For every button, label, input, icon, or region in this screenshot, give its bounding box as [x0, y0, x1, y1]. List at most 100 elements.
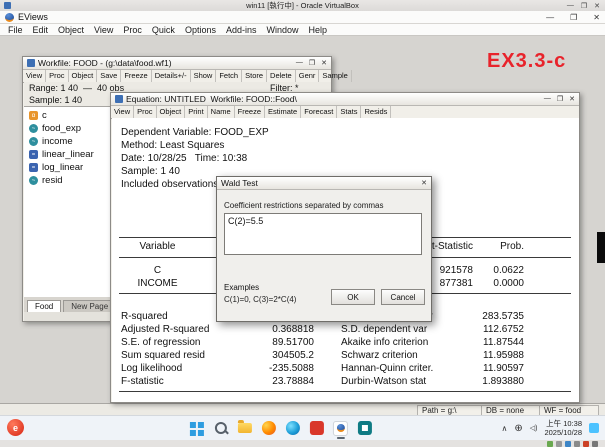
toolbar-button[interactable]: View	[23, 70, 46, 82]
toolbar-button[interactable]: View	[111, 106, 134, 118]
start-button[interactable]	[188, 420, 204, 436]
toolbar-button[interactable]: Object	[157, 106, 186, 118]
eviews-taskbar-button[interactable]	[332, 420, 348, 436]
red-app-icon	[309, 421, 323, 435]
edge-icon	[285, 421, 299, 435]
eviews-minimize-button[interactable]: —	[546, 13, 554, 22]
search-button[interactable]	[212, 420, 228, 436]
vbox-minimize-button[interactable]: —	[567, 2, 574, 9]
workfile-object-resid[interactable]: ~ resid	[29, 175, 63, 186]
equation-minimize-button[interactable]: —	[544, 95, 551, 103]
toolbar-button[interactable]: Details+/-	[152, 70, 191, 82]
stat-value: 304505.2	[222, 350, 314, 361]
taskbar-left-app-icon[interactable]: e	[7, 419, 24, 436]
equation-close-button[interactable]: ✕	[569, 95, 575, 103]
eviews-maximize-button[interactable]: ❐	[570, 13, 577, 22]
workfile-title: Workfile: FOOD - (g:\data\food.wf1)	[38, 58, 172, 68]
toolbar-button[interactable]: Forecast	[301, 106, 337, 118]
cancel-button[interactable]: Cancel	[381, 289, 425, 305]
toolbar-button[interactable]: Freeze	[121, 70, 151, 82]
toolbar-button[interactable]: Stats	[337, 106, 361, 118]
stat-value: 11.87544	[434, 337, 524, 348]
vbox-close-button[interactable]: ✕	[594, 2, 600, 10]
menu-item-view[interactable]: View	[89, 25, 118, 35]
menu-item-quick[interactable]: Quick	[147, 25, 180, 35]
system-tray: ∧ ⊕ ◁) 上午 10:38 2025/10/28	[501, 416, 599, 440]
toolbar-button[interactable]: Genr	[296, 70, 320, 82]
network-icon[interactable]: ⊕	[514, 423, 522, 434]
toolbar-button[interactable]: Name	[208, 106, 235, 118]
red-app-button[interactable]	[308, 420, 324, 436]
active-app-indicator	[336, 437, 344, 439]
taskbar-center-icons	[188, 416, 372, 440]
toolbar-button[interactable]: Resids	[361, 106, 391, 118]
workfile-object-food_exp[interactable]: ~ food_exp	[29, 123, 81, 134]
equation-title: Equation: UNTITLED Workfile: FOOD::Food\	[126, 94, 297, 104]
menu-item-window[interactable]: Window	[261, 25, 303, 35]
workfile-close-button[interactable]: ✕	[321, 59, 327, 67]
volume-icon[interactable]: ◁)	[530, 424, 538, 432]
windows-taskbar: e ∧ ⊕ ◁) 上午 10:38 2025/10/28	[0, 415, 605, 440]
toolbar-button[interactable]: Print	[185, 106, 207, 118]
wald-dialog-titlebar[interactable]: Wald Test ✕	[217, 177, 431, 190]
toolbar-button[interactable]: Proc	[134, 106, 156, 118]
stat-label: Log likelihood	[121, 363, 182, 374]
eviews-close-button[interactable]: ✕	[593, 13, 600, 22]
tab-new-page[interactable]: New Page	[63, 300, 116, 312]
object-label: linear_linear	[42, 149, 94, 160]
toolbar-button[interactable]: Estimate	[265, 106, 301, 118]
right-edge-dark-strip	[597, 232, 605, 263]
toolbar-button[interactable]: Fetch	[216, 70, 242, 82]
stat-label: Schwarz criterion	[341, 350, 418, 361]
tray-chevron-icon[interactable]: ∧	[501, 424, 507, 433]
series-icon: ~	[29, 176, 38, 185]
cd-status-icon	[556, 441, 562, 447]
equation-maximize-button[interactable]: ❐	[557, 95, 563, 103]
vbox-maximize-button[interactable]: ❐	[581, 2, 587, 10]
workfile-object-c[interactable]: α c	[29, 110, 47, 121]
menu-item-object[interactable]: Object	[53, 25, 89, 35]
wald-dialog-title: Wald Test	[221, 178, 258, 188]
menu-item-addins[interactable]: Add-ins	[221, 25, 262, 35]
stat-label: S.D. dependent var	[341, 324, 427, 335]
sample-line: Sample: 1 40	[121, 166, 180, 177]
stat-value: 112.6752	[434, 324, 524, 335]
toolbar-button[interactable]: Proc	[46, 70, 68, 82]
toolbar-button[interactable]: Save	[97, 70, 121, 82]
workfile-object-income[interactable]: ~ income	[29, 136, 73, 147]
taskbar-clock[interactable]: 上午 10:38 2025/10/28	[544, 419, 582, 437]
equation-titlebar[interactable]: Equation: UNTITLED Workfile: FOOD::Food\…	[111, 93, 579, 106]
menu-item-help[interactable]: Help	[304, 25, 333, 35]
toolbar-button[interactable]: Delete	[267, 70, 296, 82]
separator-line	[119, 391, 571, 392]
toolbar-button[interactable]: Show	[191, 70, 217, 82]
workfile-object-linear_linear[interactable]: = linear_linear	[29, 149, 94, 160]
wald-test-dialog: Wald Test ✕ Coefficient restrictions sep…	[216, 176, 432, 322]
toolbar-button[interactable]: Store	[242, 70, 267, 82]
toolbar-button[interactable]: Freeze	[235, 106, 265, 118]
tab-food[interactable]: Food	[27, 300, 61, 312]
workfile-titlebar[interactable]: Workfile: FOOD - (g:\data\food.wf1) — ❐ …	[23, 57, 331, 70]
teal-app-button[interactable]	[356, 420, 372, 436]
file-explorer-button[interactable]	[236, 420, 252, 436]
toolbar-button[interactable]: Object	[69, 70, 98, 82]
ok-button[interactable]: OK	[331, 289, 375, 305]
menu-item-edit[interactable]: Edit	[28, 25, 54, 35]
restrictions-input[interactable]: C(2)=5.5	[224, 213, 422, 255]
notification-icon[interactable]	[589, 423, 599, 433]
workfile-minimize-button[interactable]: —	[296, 59, 303, 67]
menu-item-options[interactable]: Options	[180, 25, 221, 35]
eviews-menubar: File Edit Object View Proc Quick Options…	[0, 24, 605, 36]
workfile-object-log_linear[interactable]: = log_linear	[29, 162, 83, 173]
workfile-maximize-button[interactable]: ❐	[309, 59, 315, 67]
firefox-button[interactable]	[260, 420, 276, 436]
edge-button[interactable]	[284, 420, 300, 436]
restrictions-input-value: C(2)=5.5	[228, 216, 263, 226]
eviews-titlebar[interactable]: EViews — ❐ ✕	[0, 11, 605, 24]
wald-dialog-close-button[interactable]: ✕	[421, 179, 427, 187]
menu-item-proc[interactable]: Proc	[118, 25, 147, 35]
vbox-title: win11 [執行中] - Oracle VirtualBox	[246, 0, 359, 11]
toolbar-button[interactable]: Sample	[319, 70, 351, 82]
menu-item-file[interactable]: File	[3, 25, 28, 35]
workfile-icon	[27, 59, 35, 67]
